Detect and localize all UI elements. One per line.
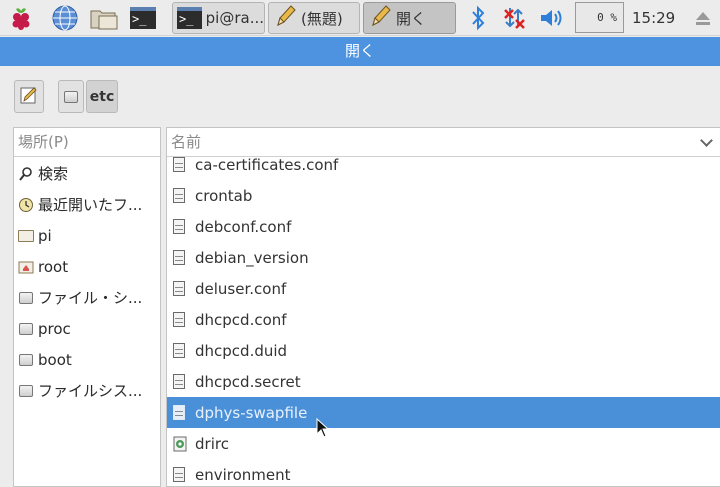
text-file-icon xyxy=(173,466,187,483)
file-manager-icon[interactable] xyxy=(89,3,119,33)
place-item-filesystem-1[interactable]: ファイル・シ... xyxy=(14,282,160,313)
file-row[interactable]: debconf.conf xyxy=(167,211,720,242)
file-name: debian_version xyxy=(195,248,309,267)
place-item-search[interactable]: 検索 xyxy=(14,158,160,189)
place-item-recent[interactable]: 最近開いたフ... xyxy=(14,189,160,220)
task-button-terminal[interactable]: >_ pi@ra... xyxy=(172,2,265,34)
task-button-untitled[interactable]: (無題) xyxy=(268,2,360,34)
pencil-icon xyxy=(273,3,297,33)
file-row[interactable]: drirc xyxy=(167,428,720,459)
file-row[interactable]: dhcpcd.duid xyxy=(167,335,720,366)
file-row[interactable]: ca-certificates.conf xyxy=(167,149,720,180)
file-name: dhcpcd.conf xyxy=(195,310,287,329)
text-file-icon xyxy=(173,342,187,359)
network-disconnected-icon[interactable] xyxy=(500,3,530,33)
type-location-button[interactable] xyxy=(14,80,44,113)
file-name: dphys-swapfile xyxy=(195,403,308,422)
place-label: boot xyxy=(38,350,72,369)
text-file-icon xyxy=(173,156,187,173)
path-button-root-drive[interactable] xyxy=(58,80,84,113)
search-icon xyxy=(18,166,34,182)
file-row[interactable]: crontab xyxy=(167,180,720,211)
file-row[interactable]: debian_version xyxy=(167,242,720,273)
file-name: ca-certificates.conf xyxy=(195,155,339,174)
place-item-filesystem-2[interactable]: ファイルシス... xyxy=(14,375,160,406)
file-row[interactable]: deluser.conf xyxy=(167,273,720,304)
file-name: drirc xyxy=(195,434,229,453)
file-list: 名前 ca-certificates.conf crontab debconf.… xyxy=(166,127,720,487)
place-label: proc xyxy=(38,319,71,338)
taskbar: >_ >_ pi@ra... (無題) 開く 0 % 15:29 xyxy=(0,0,720,36)
places-panel: 場所(P) 検索 最近開いたフ... pi root ファイル・シ... pro… xyxy=(13,127,161,487)
task-label: (無題) xyxy=(301,9,343,28)
place-label: 最近開いたフ... xyxy=(38,196,143,214)
text-file-icon xyxy=(173,249,187,266)
home-folder-icon xyxy=(18,259,34,275)
edit-pencil-icon xyxy=(19,85,39,109)
terminal-icon: >_ xyxy=(177,7,202,29)
pencil-icon xyxy=(368,3,392,33)
task-label: 開く xyxy=(396,9,427,28)
terminal-icon: >_ xyxy=(130,7,156,29)
text-file-icon xyxy=(173,280,187,297)
file-name: dhcpcd.duid xyxy=(195,341,288,360)
place-label: root xyxy=(38,257,69,276)
config-file-icon xyxy=(173,436,187,452)
places-column-header[interactable]: 場所(P) xyxy=(14,128,160,157)
file-row[interactable]: dhcpcd.secret xyxy=(167,366,720,397)
place-label: pi xyxy=(38,226,52,245)
place-label: 検索 xyxy=(38,165,69,183)
file-name: deluser.conf xyxy=(195,279,287,298)
file-name: crontab xyxy=(195,186,253,205)
place-item-root[interactable]: root xyxy=(14,251,160,282)
volume-icon[interactable] xyxy=(537,3,567,33)
file-name: dhcpcd.secret xyxy=(195,372,301,391)
file-name: debconf.conf xyxy=(195,217,292,236)
raspberry-menu-icon[interactable] xyxy=(6,3,36,33)
file-row[interactable]: dhcpcd.conf xyxy=(167,304,720,335)
drive-icon xyxy=(18,383,34,399)
place-item-boot[interactable]: boot xyxy=(14,344,160,375)
dialog-title: 開く xyxy=(344,42,375,60)
clock[interactable]: 15:29 xyxy=(632,9,675,27)
cpu-monitor[interactable]: 0 % xyxy=(575,2,624,33)
text-file-icon xyxy=(173,187,187,204)
place-item-pi[interactable]: pi xyxy=(14,220,160,251)
file-row[interactable]: environment xyxy=(167,459,720,486)
place-label: ファイル・シ... xyxy=(38,289,143,307)
web-browser-icon[interactable] xyxy=(50,3,80,33)
text-file-icon xyxy=(173,218,187,235)
terminal-launcher-icon[interactable]: >_ xyxy=(128,3,158,33)
task-button-open-dialog[interactable]: 開く xyxy=(363,2,456,34)
file-row-selected[interactable]: dphys-swapfile xyxy=(167,397,720,428)
chevron-down-icon[interactable] xyxy=(700,134,713,147)
task-label: pi@ra... xyxy=(205,9,264,27)
recent-icon xyxy=(18,197,34,213)
dialog-title-bar[interactable]: 開く xyxy=(0,37,720,66)
path-button-etc[interactable]: etc xyxy=(86,80,118,113)
place-item-proc[interactable]: proc xyxy=(14,313,160,344)
drive-icon xyxy=(18,352,34,368)
drive-icon xyxy=(18,321,34,337)
file-name: environment xyxy=(195,465,291,484)
folder-icon xyxy=(18,228,34,244)
drive-icon xyxy=(18,290,34,306)
text-file-icon xyxy=(173,311,187,328)
place-label: ファイルシス... xyxy=(38,382,143,400)
bluetooth-icon[interactable] xyxy=(463,3,493,33)
text-file-icon xyxy=(173,404,187,421)
path-button-label: etc xyxy=(89,88,115,105)
eject-icon[interactable] xyxy=(688,3,718,33)
mouse-cursor-icon xyxy=(316,417,330,442)
drive-icon xyxy=(64,90,78,103)
text-file-icon xyxy=(173,373,187,390)
